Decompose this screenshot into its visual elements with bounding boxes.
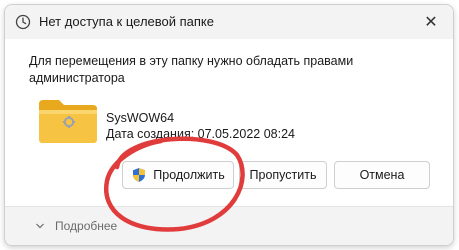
details-label: Подробнее <box>55 219 118 233</box>
close-icon: ✕ <box>424 14 438 31</box>
dialog-window: Нет доступа к целевой папке ✕ Для переме… <box>4 4 454 246</box>
cancel-label: Отмена <box>359 168 405 182</box>
continue-button[interactable]: Продолжить <box>122 161 234 189</box>
permission-message: Для перемещения в эту папку нужно облада… <box>29 54 354 85</box>
skip-button[interactable]: Пропустить <box>239 161 327 189</box>
title-bar[interactable]: Нет доступа к целевой папке ✕ <box>5 5 453 39</box>
chevron-down-icon <box>36 223 44 229</box>
cancel-button[interactable]: Отмена <box>334 161 430 189</box>
clock-icon <box>15 14 31 30</box>
file-name: SysWOW64 <box>106 111 175 125</box>
details-toggle[interactable]: Подробнее <box>35 219 117 233</box>
dialog-content: Для перемещения в эту папку нужно облада… <box>5 39 453 207</box>
folder-icon <box>39 100 97 143</box>
dialog-footer: Подробнее <box>5 206 453 245</box>
uac-shield-icon <box>133 168 146 182</box>
close-button[interactable]: ✕ <box>409 5 453 39</box>
skip-label: Пропустить <box>249 168 317 182</box>
file-creation-date: Дата создания: 07.05.2022 08:24 <box>106 127 295 141</box>
dialog-title: Нет доступа к целевой папке <box>39 14 214 29</box>
continue-label: Продолжить <box>153 168 225 182</box>
